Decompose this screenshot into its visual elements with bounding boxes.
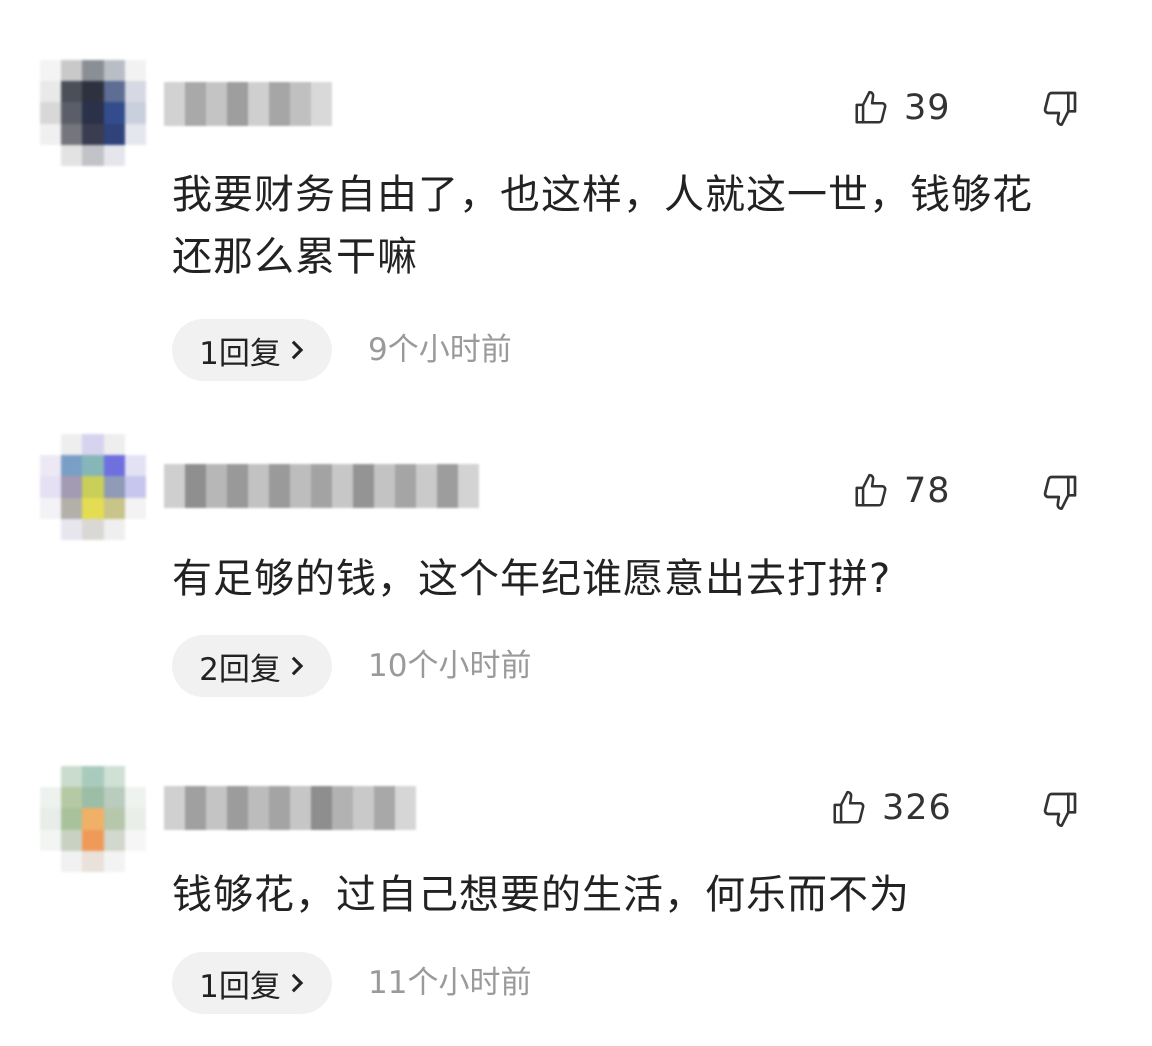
comment-time: 10个小时前: [368, 648, 532, 684]
chevron-right-icon: [291, 340, 304, 360]
comment-text-line: 还那么累干嘛: [172, 234, 418, 280]
like-count: 78: [904, 471, 951, 511]
reply-label: 2回复: [199, 651, 281, 688]
thumbs-down-icon[interactable]: [1040, 472, 1080, 512]
comment-time: 9个小时前: [368, 332, 512, 368]
thumbs-down-icon[interactable]: [1040, 88, 1080, 128]
like-count: 39: [904, 88, 951, 128]
reply-button[interactable]: 1回复: [172, 319, 332, 381]
chevron-right-icon: [291, 656, 304, 676]
like-button[interactable]: 39: [852, 83, 951, 133]
thumbs-up-icon: [833, 790, 865, 824]
comment-time: 11个小时前: [368, 965, 532, 1001]
reply-label: 1回复: [199, 335, 281, 372]
comment-text-line: 钱够花，过自己想要的生活，何乐而不为: [172, 872, 910, 918]
comment-text: 我要财务自由了，也这样，人就这一世，钱够花 还那么累干嘛: [172, 164, 1122, 288]
reply-button[interactable]: 1回复: [172, 952, 332, 1014]
username-blurred[interactable]: [164, 82, 332, 126]
avatar[interactable]: [40, 766, 146, 872]
username-blurred[interactable]: [164, 464, 479, 508]
comment-text-line: 有足够的钱，这个年纪谁愿意出去打拼?: [172, 556, 892, 602]
reply-label: 1回复: [199, 968, 281, 1005]
avatar[interactable]: [40, 60, 146, 166]
thumbs-up-icon: [855, 90, 887, 124]
avatar[interactable]: [40, 434, 146, 540]
reply-button[interactable]: 2回复: [172, 635, 332, 697]
chevron-right-icon: [291, 973, 304, 993]
thumbs-up-icon: [855, 473, 887, 507]
comment-text: 钱够花，过自己想要的生活，何乐而不为: [172, 864, 1122, 926]
comment-text: 有足够的钱，这个年纪谁愿意出去打拼?: [172, 548, 1122, 610]
like-button[interactable]: 326: [830, 783, 952, 833]
thumbs-down-icon[interactable]: [1040, 789, 1080, 829]
comment-text-line: 我要财务自由了，也这样，人就这一世，钱够花: [172, 172, 1033, 218]
like-button[interactable]: 78: [852, 466, 951, 516]
username-blurred[interactable]: [164, 786, 416, 830]
like-count: 326: [882, 788, 952, 828]
